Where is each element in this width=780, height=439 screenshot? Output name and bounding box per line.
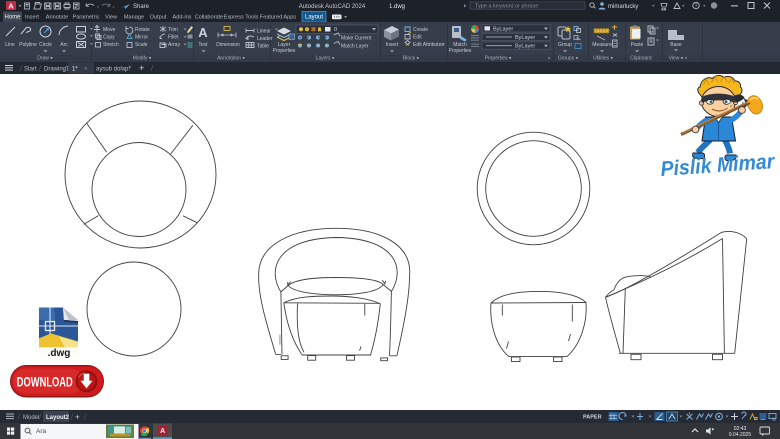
svg-text:Annotation ▾: Annotation ▾: [217, 56, 245, 62]
svg-text:Measure: Measure: [592, 42, 612, 48]
svg-text:Layout: Layout: [305, 15, 323, 21]
svg-text:Array: Array: [168, 42, 180, 48]
svg-text:Line: Line: [5, 42, 15, 48]
svg-text:Ara: Ara: [36, 428, 47, 435]
svg-text:Output: Output: [150, 15, 167, 21]
svg-text:Edit: Edit: [413, 35, 422, 41]
svg-text:Insert: Insert: [25, 15, 39, 21]
svg-text:Match Layer: Match Layer: [341, 44, 369, 50]
svg-text:Table: Table: [257, 44, 269, 50]
svg-text:Modify ▾: Modify ▾: [133, 56, 152, 62]
svg-text:View ▾ »: View ▾ »: [669, 56, 688, 62]
svg-text:Dimension: Dimension: [216, 42, 240, 48]
svg-text:9.04.2025: 9.04.2025: [729, 432, 751, 438]
svg-text:Annotate: Annotate: [46, 15, 68, 21]
svg-text:Scale: Scale: [135, 42, 148, 48]
svg-text:Home: Home: [4, 15, 21, 21]
svg-text:Properties: Properties: [449, 48, 472, 54]
svg-text:+: +: [75, 413, 80, 422]
svg-text:Stretch: Stretch: [103, 42, 119, 48]
svg-text:Collaborate: Collaborate: [195, 15, 224, 21]
svg-text:Circle: Circle: [39, 42, 52, 48]
svg-text:A: A: [8, 1, 14, 10]
svg-text:Create: Create: [413, 27, 428, 33]
svg-text:ByLayer: ByLayer: [515, 35, 535, 41]
svg-text:Linear: Linear: [257, 29, 271, 35]
svg-text:Insert: Insert: [386, 42, 399, 48]
svg-text:Make Current: Make Current: [341, 36, 372, 42]
svg-text:ByLayer: ByLayer: [493, 26, 513, 32]
svg-text:A: A: [198, 25, 208, 40]
svg-text:Start: Start: [24, 66, 37, 72]
svg-text:Copy: Copy: [103, 35, 115, 41]
svg-text:ByLayer: ByLayer: [515, 44, 535, 50]
svg-text:Properties ▾: Properties ▾: [485, 56, 512, 62]
svg-text:Base: Base: [670, 42, 682, 48]
svg-text:Featured Apps: Featured Apps: [260, 15, 297, 21]
svg-text:+: +: [139, 63, 144, 73]
svg-text:0: 0: [334, 27, 337, 33]
svg-text:1.dwg: 1.dwg: [389, 4, 405, 10]
svg-text:Clipboard: Clipboard: [630, 56, 652, 62]
svg-text:Express Tools: Express Tools: [224, 15, 259, 21]
svg-text:Model: Model: [23, 415, 39, 421]
svg-text:Trim: Trim: [168, 27, 178, 33]
svg-text:A: A: [160, 428, 165, 435]
svg-text:Block ▾: Block ▾: [403, 56, 420, 62]
svg-text:Share: Share: [133, 4, 150, 10]
svg-text:.dwg: .dwg: [48, 348, 71, 359]
svg-text:Edit Attributes: Edit Attributes: [413, 42, 444, 48]
svg-text:View: View: [105, 15, 118, 21]
svg-text:Groups ▾: Groups ▾: [558, 56, 579, 62]
svg-text:Manage: Manage: [124, 15, 144, 21]
svg-text:Add-ins: Add-ins: [173, 15, 192, 21]
svg-text:DOWNLOAD: DOWNLOAD: [17, 373, 73, 389]
svg-text:×: ×: [84, 66, 88, 72]
svg-text:Text: Text: [198, 42, 208, 48]
svg-text:?: ?: [695, 4, 698, 10]
svg-text:Group: Group: [558, 42, 572, 48]
svg-text:Polyline: Polyline: [19, 42, 37, 48]
svg-text:Layers ▾: Layers ▾: [316, 56, 335, 62]
svg-text:Mirror: Mirror: [135, 35, 148, 41]
svg-text:Drawing1: Drawing1: [44, 66, 70, 72]
svg-text:Move: Move: [103, 27, 115, 33]
svg-text:Fillet: Fillet: [168, 35, 179, 41]
svg-text:Parametric: Parametric: [72, 15, 99, 21]
svg-text:Leader: Leader: [257, 36, 273, 42]
svg-text:Draw ▾: Draw ▾: [37, 56, 53, 62]
svg-text:Utilities ▾: Utilities ▾: [593, 56, 614, 62]
svg-text:Autodesk AutoCAD 2024: Autodesk AutoCAD 2024: [299, 4, 366, 10]
svg-text:Properties: Properties: [273, 48, 296, 54]
svg-text:mimarlucky: mimarlucky: [608, 4, 638, 10]
svg-text:Layout2: Layout2: [46, 415, 70, 421]
svg-text:Paste: Paste: [631, 42, 644, 48]
svg-text:Rotate: Rotate: [135, 27, 150, 33]
svg-text:1*: 1*: [72, 66, 78, 72]
svg-text:Type a keyword or phrase: Type a keyword or phrase: [475, 3, 538, 9]
svg-text:»: »: [548, 56, 551, 62]
svg-text:Arc: Arc: [60, 42, 68, 48]
svg-text:aysub dolap*: aysub dolap*: [96, 66, 131, 72]
svg-text:PAPER: PAPER: [583, 415, 602, 421]
